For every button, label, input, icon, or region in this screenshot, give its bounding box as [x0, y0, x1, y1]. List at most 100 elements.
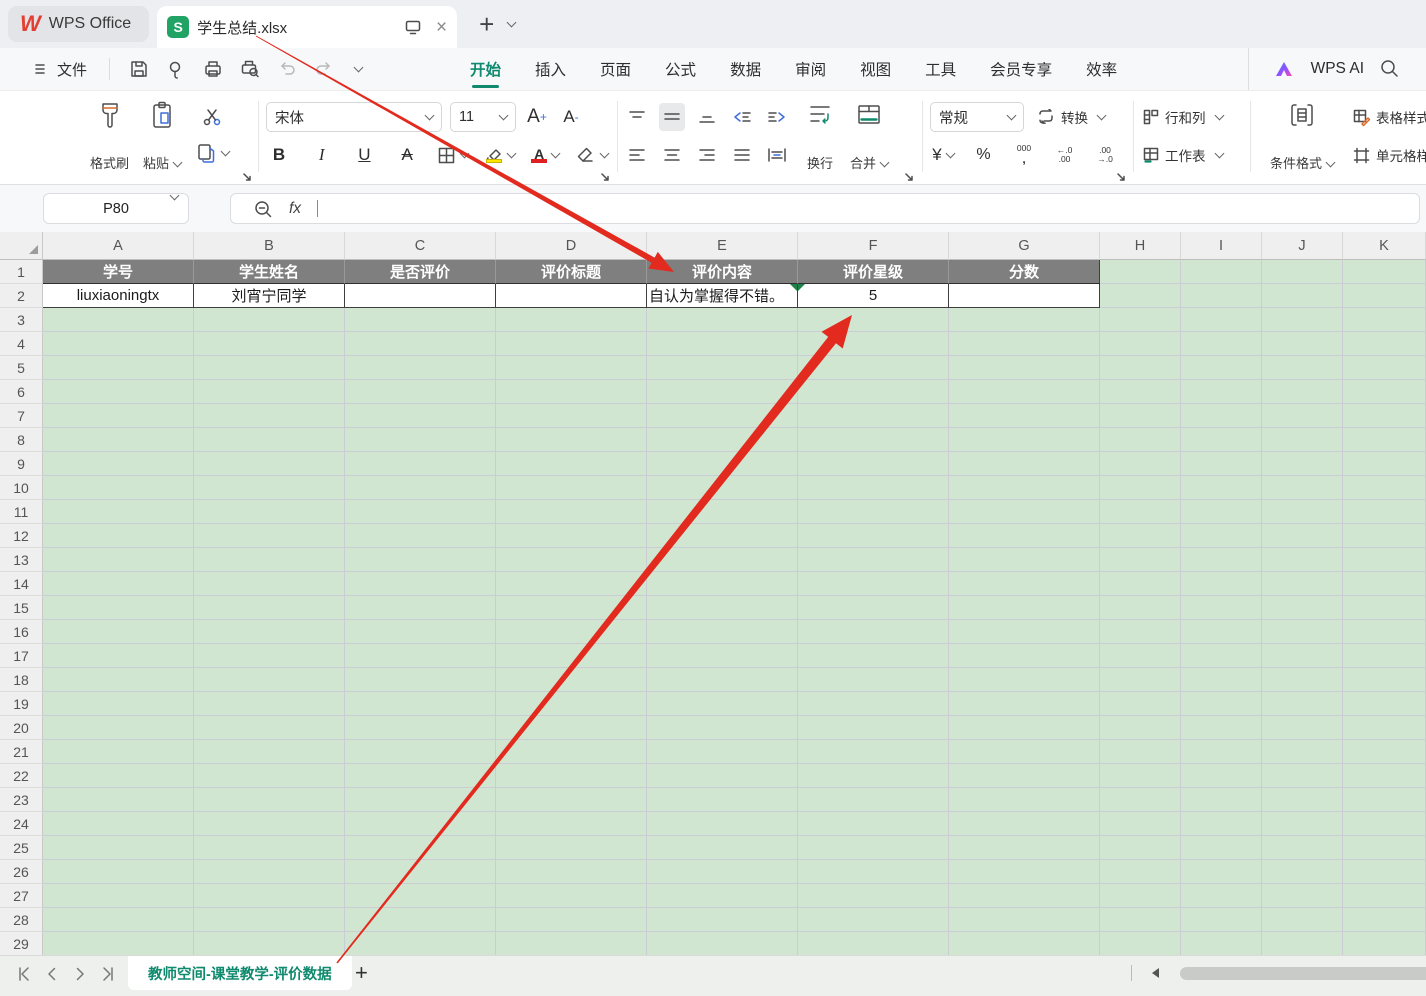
- cell-A8[interactable]: [43, 428, 194, 452]
- cell-G17[interactable]: [949, 644, 1100, 668]
- cell-D7[interactable]: [496, 404, 647, 428]
- row-header-24[interactable]: 24: [0, 812, 43, 836]
- cell-K24[interactable]: [1343, 812, 1426, 836]
- paste-button[interactable]: 粘贴: [143, 100, 181, 172]
- fill-color-button[interactable]: [485, 141, 515, 169]
- cell-A10[interactable]: [43, 476, 194, 500]
- format-painter-button[interactable]: 格式刷: [90, 100, 129, 172]
- cell-K4[interactable]: [1343, 332, 1426, 356]
- cell-B3[interactable]: [194, 308, 345, 332]
- cell-G21[interactable]: [949, 740, 1100, 764]
- cut-button[interactable]: [195, 103, 229, 131]
- wps-office-menu-button[interactable]: W WPS Office: [8, 6, 149, 42]
- row-header-11[interactable]: 11: [0, 500, 43, 524]
- cell-E4[interactable]: [647, 332, 798, 356]
- menu-tab-6[interactable]: 审阅: [795, 48, 826, 90]
- cell-D21[interactable]: [496, 740, 647, 764]
- cell-C6[interactable]: [345, 380, 496, 404]
- cell-E17[interactable]: [647, 644, 798, 668]
- cell-G12[interactable]: [949, 524, 1100, 548]
- cell-B14[interactable]: [194, 572, 345, 596]
- print-icon[interactable]: [202, 58, 224, 80]
- cell-I27[interactable]: [1181, 884, 1262, 908]
- cell-J17[interactable]: [1262, 644, 1343, 668]
- cell-D11[interactable]: [496, 500, 647, 524]
- cell-I20[interactable]: [1181, 716, 1262, 740]
- cell-I18[interactable]: [1181, 668, 1262, 692]
- horizontal-scrollbar-thumb[interactable]: [1180, 967, 1426, 980]
- cell-A28[interactable]: [43, 908, 194, 932]
- menu-tab-3[interactable]: 页面: [600, 48, 631, 90]
- cell-F11[interactable]: [798, 500, 949, 524]
- cell-A12[interactable]: [43, 524, 194, 548]
- cell-E14[interactable]: [647, 572, 798, 596]
- row-header-15[interactable]: 15: [0, 596, 43, 620]
- cell-H11[interactable]: [1100, 500, 1181, 524]
- cell-F5[interactable]: [798, 356, 949, 380]
- row-header-17[interactable]: 17: [0, 644, 43, 668]
- cell-H4[interactable]: [1100, 332, 1181, 356]
- menu-tab-4[interactable]: 公式: [665, 48, 696, 90]
- cell-H5[interactable]: [1100, 356, 1181, 380]
- cell-B9[interactable]: [194, 452, 345, 476]
- redo-icon[interactable]: [313, 58, 335, 80]
- cell-H18[interactable]: [1100, 668, 1181, 692]
- cell-A19[interactable]: [43, 692, 194, 716]
- cell-H15[interactable]: [1100, 596, 1181, 620]
- cell-E18[interactable]: [647, 668, 798, 692]
- cell-H17[interactable]: [1100, 644, 1181, 668]
- cell-K20[interactable]: [1343, 716, 1426, 740]
- cell-D8[interactable]: [496, 428, 647, 452]
- cell-I19[interactable]: [1181, 692, 1262, 716]
- borders-button[interactable]: [437, 141, 468, 169]
- increase-indent-button[interactable]: [764, 103, 790, 131]
- cell-G23[interactable]: [949, 788, 1100, 812]
- cell-F18[interactable]: [798, 668, 949, 692]
- col-header-C[interactable]: C: [345, 232, 496, 260]
- cell-E23[interactable]: [647, 788, 798, 812]
- cell-I9[interactable]: [1181, 452, 1262, 476]
- cell-C28[interactable]: [345, 908, 496, 932]
- cell-G27[interactable]: [949, 884, 1100, 908]
- cell-K27[interactable]: [1343, 884, 1426, 908]
- cell-K7[interactable]: [1343, 404, 1426, 428]
- active-sheet-tab[interactable]: 教师空间-课堂教学-评价数据: [128, 956, 352, 990]
- cell-F23[interactable]: [798, 788, 949, 812]
- worksheet-button[interactable]: 工作表: [1142, 145, 1223, 165]
- cell-B21[interactable]: [194, 740, 345, 764]
- cell-E28[interactable]: [647, 908, 798, 932]
- cell-J10[interactable]: [1262, 476, 1343, 500]
- cell-E11[interactable]: [647, 500, 798, 524]
- cell-A6[interactable]: [43, 380, 194, 404]
- cell-D20[interactable]: [496, 716, 647, 740]
- number-expand-icon[interactable]: [1117, 173, 1126, 182]
- cell-E1[interactable]: 评价内容: [647, 260, 798, 284]
- cell-J19[interactable]: [1262, 692, 1343, 716]
- row-header-7[interactable]: 7: [0, 404, 43, 428]
- cell-I6[interactable]: [1181, 380, 1262, 404]
- cell-F27[interactable]: [798, 884, 949, 908]
- cell-J6[interactable]: [1262, 380, 1343, 404]
- print-preview-icon[interactable]: [239, 58, 261, 80]
- cell-A16[interactable]: [43, 620, 194, 644]
- cell-A15[interactable]: [43, 596, 194, 620]
- cell-F16[interactable]: [798, 620, 949, 644]
- cell-B7[interactable]: [194, 404, 345, 428]
- cell-B4[interactable]: [194, 332, 345, 356]
- cell-B26[interactable]: [194, 860, 345, 884]
- formula-bar[interactable]: fx: [230, 193, 1420, 224]
- cell-I2[interactable]: [1181, 284, 1262, 308]
- cell-I14[interactable]: [1181, 572, 1262, 596]
- row-header-28[interactable]: 28: [0, 908, 43, 932]
- menu-tab-1[interactable]: 开始: [470, 48, 501, 90]
- cell-J5[interactable]: [1262, 356, 1343, 380]
- cell-K6[interactable]: [1343, 380, 1426, 404]
- cell-I11[interactable]: [1181, 500, 1262, 524]
- cell-K21[interactable]: [1343, 740, 1426, 764]
- align-top-button[interactable]: [624, 103, 650, 131]
- cell-B19[interactable]: [194, 692, 345, 716]
- cell-A2[interactable]: liuxiaoningtx: [43, 284, 194, 308]
- cell-H24[interactable]: [1100, 812, 1181, 836]
- cell-I8[interactable]: [1181, 428, 1262, 452]
- cell-D5[interactable]: [496, 356, 647, 380]
